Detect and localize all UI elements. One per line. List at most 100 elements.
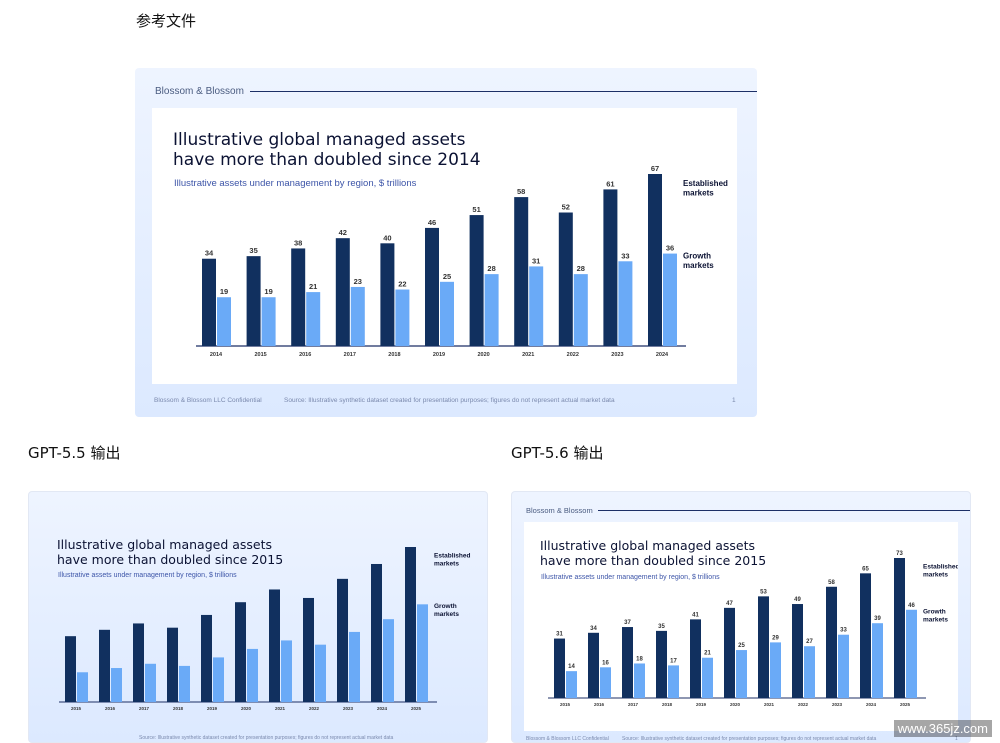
bar-established-2019 [690,619,701,698]
value-label-established-2018: 35 [658,624,665,630]
legend-label-established-0: Established [923,564,958,571]
bar-established-2024 [648,174,662,346]
bar-growth-2020 [247,648,258,702]
footer-confidential: Blossom & Blossom LLC Confidential [154,397,262,404]
bar-growth-2016 [306,292,321,346]
value-label-established-2022: 52 [562,203,570,212]
tick-label-2021: 2021 [275,706,286,711]
bar-established-2016 [99,629,110,702]
bar-established-2020 [235,602,246,702]
value-label-established-2014: 34 [205,249,214,258]
tick-label-2018: 2018 [388,352,400,358]
value-label-established-2019: 46 [428,218,436,227]
legend-label-established-1: markets [434,561,459,568]
value-label-growth-2020: 25 [738,643,745,649]
legend-label-established-0: Established [434,553,471,560]
legend-label-established-0: Established [683,179,728,188]
tick-label-2014: 2014 [210,352,223,358]
bar-growth-2020 [484,274,499,346]
gpt56-panel: Illustrative global managed assets have … [524,522,958,731]
tick-label-2021: 2021 [522,352,534,358]
value-label-established-2021: 53 [760,589,767,595]
legend-label-growth-1: markets [683,261,714,270]
bar-growth-2015 [77,672,88,702]
tick-label-2016: 2016 [299,352,311,358]
value-label-growth-2024: 39 [874,616,881,622]
value-label-growth-2024: 36 [666,244,674,253]
tick-label-2016: 2016 [594,702,605,707]
bar-growth-2024 [383,619,394,702]
bar-growth-2017 [350,286,365,346]
bar-established-2016 [588,632,599,698]
bar-growth-2014 [217,297,231,346]
gpt56-caption: GPT-5.6 输出 [511,444,604,462]
tick-label-2017: 2017 [628,702,639,707]
bar-growth-2015 [566,671,577,698]
tick-label-2020: 2020 [477,352,489,358]
value-label-established-2017: 37 [624,620,631,626]
bar-growth-2024 [663,253,677,346]
tick-label-2019: 2019 [696,702,707,707]
bar-established-2021 [758,596,769,698]
value-label-established-2016: 38 [294,238,302,247]
bar-growth-2025 [417,604,428,702]
legend-label-growth-0: Growth [434,603,457,610]
bar-established-2021 [269,589,280,702]
bar-established-2019 [201,614,212,702]
bar-established-2023 [603,189,618,346]
tick-label-2022: 2022 [567,352,579,358]
gpt56-bar-chart: 31 14 2015 34 16 2016 37 18 2017 35 17 2018 41 21 2019… [548,551,958,707]
value-label-established-2024: 65 [862,566,869,572]
bar-growth-2017 [634,663,645,698]
value-label-growth-2025: 46 [908,603,915,609]
bar-growth-2023 [618,261,633,346]
tick-label-2018: 2018 [662,702,673,707]
tick-label-2017: 2017 [344,352,356,358]
tick-label-2025: 2025 [900,702,911,707]
value-label-established-2016: 34 [590,626,597,632]
tick-label-2019: 2019 [207,706,218,711]
bar-established-2022 [303,597,314,702]
bar-established-2018 [380,243,395,346]
brand-name: Blossom & Blossom [526,505,593,515]
bar-established-2024 [860,573,871,698]
bar-growth-2025 [906,609,917,698]
gpt55-slide: Illustrative global managed assets have … [28,491,488,743]
reference-slide: Blossom & Blossom Illustrative global ma… [135,68,757,417]
bar-growth-2018 [179,665,190,702]
footer-confidential: Blossom & Blossom LLC Confidential [526,736,609,742]
brand-name: Blossom & Blossom [155,85,244,97]
bar-growth-2019 [702,657,713,698]
tick-label-2019: 2019 [433,352,445,358]
tick-label-2021: 2021 [764,702,775,707]
reference-panel: Illustrative global managed assets have … [152,108,737,384]
reference-caption: 参考文件 [136,12,197,30]
legend-label-growth-0: Growth [683,251,711,260]
bar-growth-2022 [573,274,588,346]
bar-growth-2018 [395,289,410,346]
bar-established-2025 [405,547,416,702]
bar-growth-2019 [213,657,224,702]
tick-label-2015: 2015 [560,702,571,707]
tick-label-2017: 2017 [139,706,150,711]
bar-established-2023 [826,586,837,698]
tick-label-2023: 2023 [343,706,354,711]
legend-label-growth-0: Growth [923,609,946,616]
bar-established-2015 [65,636,76,702]
bar-established-2022 [792,604,803,698]
value-label-established-2015: 35 [249,246,257,255]
brand-divider [249,90,757,92]
value-label-established-2023: 61 [606,179,614,188]
value-label-established-2020: 47 [726,601,733,607]
bar-established-2024 [371,563,382,702]
gpt55-bar-chart: 2015 2016 2017 2018 2019 2020 2021 2022 2023 2024… [59,547,471,711]
value-label-growth-2023: 33 [621,251,629,260]
value-label-established-2018: 40 [383,233,391,242]
bar-established-2015 [246,256,261,346]
bar-growth-2023 [838,634,849,698]
value-label-established-2020: 51 [472,205,480,214]
legend-label-established-1: markets [923,572,948,579]
bar-growth-2022 [315,644,326,702]
footer-source: Source: Illustrative synthetic dataset c… [139,735,394,741]
value-label-growth-2014: 19 [220,287,228,296]
